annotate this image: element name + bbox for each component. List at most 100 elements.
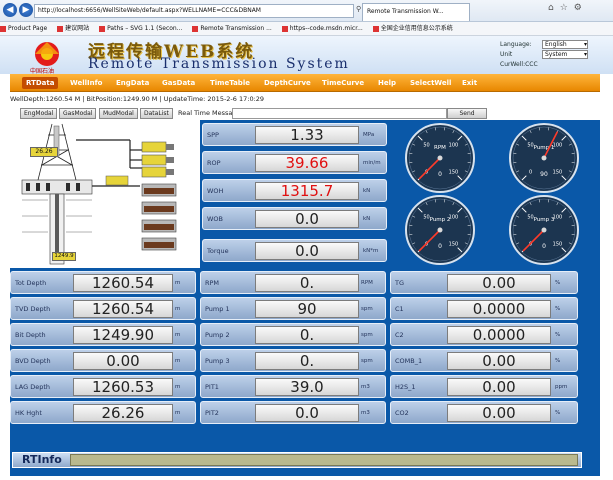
favorite-link[interactable]: 全国企业信用信息公示系统 [372,22,453,35]
param-unit: m [175,358,181,364]
rig-schematic: 26.26 1249.9 [10,120,200,268]
param-unit: m3 [361,410,370,416]
menu-gasdata[interactable]: GasData [162,77,195,89]
param-unit: min/m [363,160,381,166]
param-unit: % [555,358,561,364]
gauge-tick-label: 150 [449,169,459,175]
gauge-tick-label: 50 [423,143,429,149]
menu-help[interactable]: Help [378,77,396,89]
param-value: 39.66 [255,154,359,172]
param-label: ROP [207,159,221,167]
language-select[interactable]: English ▾ [542,40,588,49]
favorite-link[interactable]: Product Page [0,22,47,35]
param-unit: % [555,280,561,286]
pump-row: Pump 1 90 spm [200,297,386,320]
param-value: 0.00 [447,378,551,396]
favorite-icon [99,25,106,32]
param-label: TG [395,279,405,287]
rtinfo-message-box [70,454,578,466]
drilling-row: Torque 0.0 kN*m [202,239,387,262]
param-unit: m [175,410,181,416]
favorite-icon [57,25,64,32]
rig-schematic-drawing [21,123,177,265]
param-value: 0.0000 [447,326,551,344]
menu-depthcurve[interactable]: DepthCurve [264,77,311,89]
param-unit: kN [363,188,371,194]
window-controls-icon[interactable]: ⌂☆⚙ [548,3,588,13]
gasmodal-button[interactable]: GasModal [59,108,97,119]
favorite-link[interactable]: Paths – SVG 1.1 (Secon... [99,22,182,35]
pump-row: Pump 2 0. spm [200,323,386,346]
realtime-message-input[interactable] [232,108,447,119]
param-value: 0.0 [255,404,359,422]
chevron-down-icon: ▾ [583,51,587,58]
mudmodal-button[interactable]: MudModal [99,108,138,119]
gauge-reading: 0 [542,243,546,250]
datalist-button[interactable]: DataList [140,108,173,119]
favorites-bar: Product Page 建议网站 Paths – SVG 1.1 (Secon… [0,22,613,36]
menu-rtdata[interactable]: RTData [22,77,59,89]
menu-engdata[interactable]: EngData [116,77,149,89]
param-unit: ppm [555,384,568,390]
param-value: 1249.90 [73,326,173,344]
param-label: H2S_1 [395,383,416,391]
favorite-link[interactable]: https--code.msdn.micr... [281,22,363,35]
engmodal-button[interactable]: EngModal [20,108,58,119]
param-value: 0.00 [447,274,551,292]
drilling-row: WOB 0.0 kN [202,207,387,230]
menu-exit[interactable]: Exit [462,77,477,89]
gauge-tick-label: 150 [553,169,563,175]
unit-label: Unit [500,51,513,58]
gas-row: TG 0.00% [390,271,578,294]
param-label: PIT2 [205,409,219,417]
param-unit: m [175,384,181,390]
gauge-tick-label: 0 [529,169,532,175]
param-unit: kN*m [363,248,379,254]
param-value: 0.0000 [447,300,551,318]
forward-icon[interactable]: ▶ [19,3,33,17]
pump-row: Pump 3 0. spm [200,349,386,372]
send-button[interactable]: Send [447,108,487,119]
param-value: 0.00 [73,352,173,370]
menu-selectwell[interactable]: SelectWell [410,77,451,89]
depth-row: LAG Depth 1260.53 m [10,375,196,398]
page-title-en: Remote Transmission System [88,56,350,72]
param-value: 0.00 [447,352,551,370]
favorite-link[interactable]: 建议网站 [57,22,89,35]
gauge-tick-label: 150 [553,241,563,247]
hook-height-readout: 26.26 [30,147,58,157]
depth-row: Bit Depth 1249.90 m [10,323,196,346]
param-label: Torque [207,247,229,255]
back-icon[interactable]: ◀ [3,3,17,17]
gauge-reading: 0 [438,171,442,178]
current-well-label: CurWell:CCC [500,61,538,68]
gauge-name: Pump 1 [534,145,555,151]
drilling-row: SPP 1.33 MPa [202,123,387,146]
param-label: COMB_1 [395,357,423,365]
menu-timetable[interactable]: TimeTable [210,77,250,89]
app-window: ◀ ▶ http://localhost:6656/WellSiteWeb/de… [0,0,613,480]
menu-wellinfo[interactable]: WellInfo [70,77,102,89]
param-label: CO2 [395,409,409,417]
chevron-down-icon: ▾ [583,41,587,48]
language-label: Language: [500,41,532,48]
param-label: WOH [207,187,224,195]
url-input[interactable]: http://localhost:6656/WellSiteWeb/defaul… [34,4,354,18]
gauge-hub [541,155,547,161]
param-value: 1260.53 [73,378,173,396]
param-value: 1260.54 [73,300,173,318]
pump-row: RPM 0. RPM [200,271,386,294]
gas-row: C1 0.0000% [390,297,578,320]
param-label: Bit Depth [15,331,46,339]
param-label: SPP [207,131,219,139]
param-label: HK Hght [15,409,42,417]
menu-timecurve[interactable]: TimeCurve [322,77,364,89]
favorite-link[interactable]: Remote Transmission ... [192,22,272,35]
param-unit: spm [361,306,373,312]
gauge-name: Pump 2 [430,217,451,223]
param-label: Tot Depth [15,279,47,287]
gas-row: CO2 0.00% [390,401,578,424]
browser-tab-active[interactable]: Remote Transmission W... [362,3,470,21]
unit-select[interactable]: System ▾ [542,50,588,59]
gauge-reading: 90 [540,171,548,178]
